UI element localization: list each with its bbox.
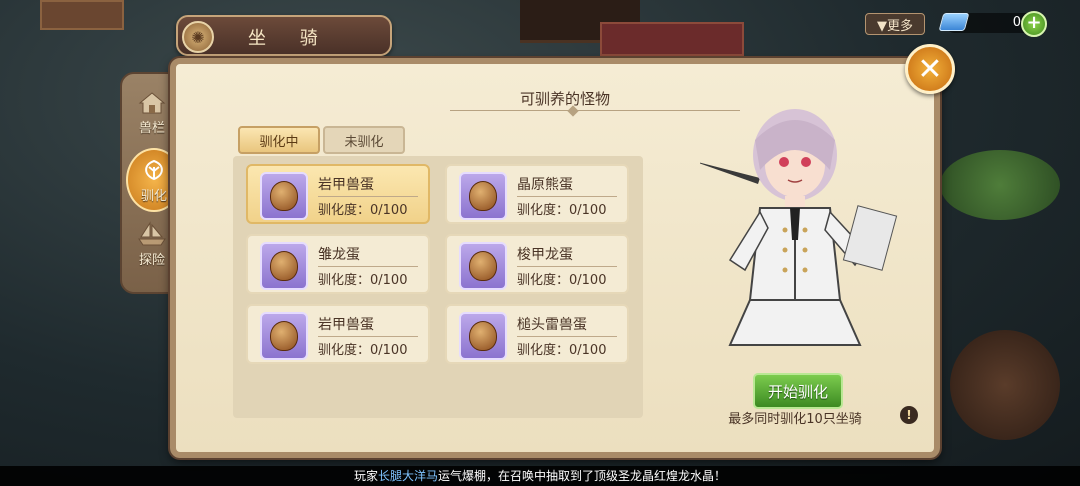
- taming-limit-text: 最多同时驯化10只坐骑: [728, 412, 862, 427]
- taming-progress: 驯化度：0/100: [318, 273, 408, 288]
- window-title-tab: ✺ 坐 骑: [176, 15, 392, 56]
- card-divider: [318, 336, 418, 337]
- ticker-player-name[interactable]: 长腿大洋马: [378, 469, 438, 483]
- monster-name: 岩甲兽蛋: [318, 317, 374, 333]
- egg-icon: [459, 172, 507, 220]
- egg-icon: [260, 312, 308, 360]
- close-button[interactable]: ✕: [905, 44, 955, 94]
- start-taming-button[interactable]: 开始驯化: [753, 373, 843, 409]
- monster-name: 槌头雷兽蛋: [517, 317, 587, 333]
- currency-value: 0: [1012, 15, 1021, 30]
- tab-untamed[interactable]: 未驯化: [323, 126, 405, 154]
- card-divider: [517, 336, 617, 337]
- info-icon[interactable]: !: [900, 406, 918, 424]
- boat-icon: [138, 220, 166, 245]
- card-divider: [517, 266, 617, 267]
- monster-card[interactable]: 晶原熊蛋 驯化度：0/100: [445, 164, 629, 224]
- monster-name: 晶原熊蛋: [517, 177, 573, 193]
- card-divider: [318, 196, 418, 197]
- monster-card[interactable]: 雏龙蛋 驯化度：0/100: [246, 234, 430, 294]
- nav-label-pen: 兽栏: [138, 120, 165, 136]
- card-divider: [318, 266, 418, 267]
- background-carpet: [600, 22, 744, 56]
- monster-card[interactable]: 岩甲兽蛋 驯化度：0/100: [246, 164, 430, 224]
- monster-name: 梭甲龙蛋: [517, 247, 573, 263]
- monster-list: 岩甲兽蛋 驯化度：0/100 晶原熊蛋 驯化度：0/100 雏龙蛋 驯化度：0/…: [233, 156, 643, 418]
- egg-icon: [459, 242, 507, 290]
- crystal-ticket-icon: [938, 13, 970, 31]
- background-sign: [40, 0, 124, 30]
- window-title: 坐 骑: [248, 28, 332, 49]
- more-button[interactable]: ▼更多: [865, 13, 925, 35]
- nav-label-explore: 探险: [138, 252, 165, 268]
- taming-progress: 驯化度：0/100: [517, 273, 607, 288]
- background-barrel: [950, 330, 1060, 440]
- currency-bar: 0 +: [938, 11, 1047, 37]
- taming-progress: 驯化度：0/100: [318, 203, 408, 218]
- ticker-message: 运气爆棚，在召唤中抽取到了顶级圣龙晶红煌龙水晶！: [438, 469, 727, 483]
- taming-progress: 驯化度：0/100: [318, 343, 408, 358]
- emblem-icon: ✺: [182, 21, 214, 53]
- tab-taming[interactable]: 驯化中: [238, 126, 320, 154]
- card-divider: [517, 196, 617, 197]
- monster-card[interactable]: 槌头雷兽蛋 驯化度：0/100: [445, 304, 629, 364]
- egg-icon: [260, 172, 308, 220]
- egg-icon: [260, 242, 308, 290]
- monster-card[interactable]: 梭甲龙蛋 驯化度：0/100: [445, 234, 629, 294]
- monster-card[interactable]: 岩甲兽蛋 驯化度：0/100: [246, 304, 430, 364]
- title-divider: [450, 110, 740, 111]
- background-plant: [940, 150, 1060, 220]
- add-currency-button[interactable]: +: [1021, 11, 1047, 37]
- monster-name: 雏龙蛋: [318, 247, 360, 263]
- house-icon: [138, 91, 166, 113]
- announcement-ticker: 玩家长腿大洋马运气爆棚，在召唤中抽取到了顶级圣龙晶红煌龙水晶！: [0, 466, 1080, 486]
- egg-icon: [459, 312, 507, 360]
- flower-icon: [145, 159, 163, 180]
- npc-character: [700, 109, 898, 346]
- ticker-prefix: 玩家: [353, 469, 378, 483]
- taming-progress: 驯化度：0/100: [517, 203, 607, 218]
- taming-progress: 驯化度：0/100: [517, 343, 607, 358]
- close-icon: ✕: [917, 51, 943, 87]
- panel-title: 可驯养的怪物: [519, 90, 610, 108]
- monster-name: 岩甲兽蛋: [318, 177, 374, 193]
- nav-label-tame: 驯化: [140, 188, 167, 204]
